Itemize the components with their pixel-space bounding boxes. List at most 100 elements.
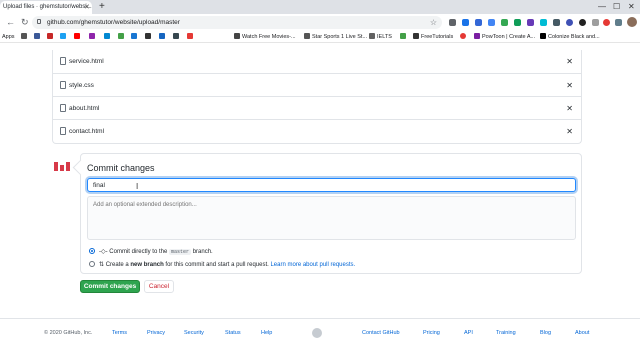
commit-description-textarea[interactable] <box>87 196 576 240</box>
bookmark-label: Star Sports 1 Live St... <box>312 34 368 40</box>
extension-icon[interactable] <box>592 19 599 26</box>
file-name: style.css <box>69 82 94 89</box>
commit-direct-option[interactable]: -◇- Commit directly to the master branch… <box>89 247 213 257</box>
bookmark-label: FreeTutorials <box>421 34 454 40</box>
branch-name: master <box>169 249 192 255</box>
close-window-icon[interactable]: ✕ <box>628 0 635 14</box>
reload-icon[interactable]: ↻ <box>21 15 29 30</box>
extension-icon[interactable] <box>488 19 495 26</box>
profile-avatar[interactable] <box>627 17 637 27</box>
url-text: github.com/ghemstutor/website/upload/mas… <box>47 19 180 26</box>
bookmark-item[interactable] <box>173 31 181 43</box>
extension-icon[interactable] <box>475 19 482 26</box>
footer-link-about[interactable]: About <box>575 328 589 338</box>
option-text: branch. <box>192 249 213 255</box>
option-text: Create a <box>105 262 129 268</box>
option-text: for this commit and start a pull request… <box>165 262 269 268</box>
file-name: about.html <box>69 105 100 112</box>
bookmark-colonize[interactable]: Colonize Black and... <box>540 31 600 43</box>
bookmark-apps[interactable]: Apps <box>2 31 15 43</box>
address-bar[interactable]: github.com/ghemstutor/website/upload/mas… <box>32 16 442 29</box>
footer-link-pricing[interactable]: Pricing <box>423 328 440 338</box>
bookmark-label: Colonize Black and... <box>548 34 600 40</box>
bookmark-watch-free-movies[interactable]: Watch Free Movies-... <box>234 31 296 43</box>
extension-icon[interactable] <box>566 19 573 26</box>
remove-file-icon[interactable]: ✕ <box>566 74 573 97</box>
new-tab-icon[interactable]: + <box>99 0 105 14</box>
bookmark-item[interactable] <box>145 31 153 43</box>
bookmark-item[interactable] <box>34 31 42 43</box>
file-row: style.css ✕ <box>53 73 581 96</box>
bookmark-item[interactable] <box>89 31 97 43</box>
cancel-button[interactable]: Cancel <box>144 280 174 293</box>
browser-tab[interactable]: Upload files · ghemstutor/websi... ✕ <box>0 1 92 14</box>
radio-selected[interactable] <box>89 248 95 254</box>
bookmark-star-icon[interactable]: ☆ <box>430 16 437 29</box>
extension-icon[interactable] <box>615 19 622 26</box>
new-branch-option[interactable]: ⇅ Create a new branch for this commit an… <box>89 260 355 270</box>
bookmark-ielts[interactable]: IELTS <box>369 31 392 43</box>
github-logo-icon[interactable] <box>312 328 322 338</box>
extension-icon[interactable] <box>579 19 586 26</box>
bookmark-item[interactable] <box>104 31 112 43</box>
bookmark-item[interactable] <box>118 31 126 43</box>
bookmark-item[interactable] <box>60 31 68 43</box>
minimize-icon[interactable]: — <box>598 0 606 14</box>
lock-icon <box>37 19 41 24</box>
radio-unselected[interactable] <box>89 261 95 267</box>
footer-link-privacy[interactable]: Privacy <box>147 328 165 338</box>
footer-link-help[interactable]: Help <box>261 328 272 338</box>
footer-link-terms[interactable]: Terms <box>112 328 127 338</box>
extension-icon[interactable] <box>540 19 547 26</box>
site-footer: © 2020 GitHub, Inc. Terms Privacy Securi… <box>0 318 640 348</box>
learn-more-link[interactable]: Learn more about pull requests. <box>270 262 355 268</box>
footer-link-api[interactable]: API <box>464 328 473 338</box>
commit-summary-input[interactable] <box>87 178 576 192</box>
bookmark-item[interactable] <box>400 31 408 43</box>
copyright: © 2020 GitHub, Inc. <box>44 330 93 336</box>
bookmark-item[interactable] <box>47 31 55 43</box>
footer-link-blog[interactable]: Blog <box>540 328 551 338</box>
commit-changes-button[interactable]: Commit changes <box>80 280 140 293</box>
extension-icon[interactable] <box>462 19 469 26</box>
commit-form: Commit changes I -◇- Commit directly to … <box>80 153 582 274</box>
remove-file-icon[interactable]: ✕ <box>566 50 573 73</box>
bookmark-powtoon[interactable]: PowToon | Create A... <box>474 31 535 43</box>
back-icon[interactable]: ← <box>6 15 15 30</box>
footer-link-contact[interactable]: Contact GitHub <box>362 328 400 338</box>
bookmark-freetutorials[interactable]: FreeTutorials <box>413 31 453 43</box>
file-row: service.html ✕ <box>53 50 581 73</box>
tab-close-icon[interactable]: ✕ <box>84 1 90 14</box>
footer-link-status[interactable]: Status <box>225 328 241 338</box>
bookmark-label: Watch Free Movies-... <box>242 34 296 40</box>
file-icon <box>60 104 66 112</box>
option-text-bold: new branch <box>130 262 164 268</box>
file-name: contact.html <box>69 128 105 135</box>
user-avatar <box>52 155 72 175</box>
bookmark-item[interactable] <box>460 31 468 43</box>
option-text: Commit directly to the <box>109 249 168 255</box>
maximize-icon[interactable]: ☐ <box>613 0 620 14</box>
browser-toolbar: ← ↻ github.com/ghemstutor/website/upload… <box>0 14 640 31</box>
commit-title: Commit changes <box>87 163 155 173</box>
extension-icon[interactable] <box>603 19 610 26</box>
remove-file-icon[interactable]: ✕ <box>566 120 573 143</box>
extension-icon[interactable] <box>553 19 560 26</box>
bookmark-star-sports[interactable]: Star Sports 1 Live St... <box>304 31 367 43</box>
extension-icon[interactable] <box>527 19 534 26</box>
bookmark-item[interactable] <box>21 31 29 43</box>
commit-icon: -◇- <box>99 249 108 255</box>
extension-icon[interactable] <box>514 19 521 26</box>
bookmark-label: IELTS <box>377 34 392 40</box>
extension-icon[interactable] <box>449 19 456 26</box>
bookmark-item[interactable] <box>187 31 195 43</box>
bookmark-item[interactable] <box>131 31 139 43</box>
footer-link-security[interactable]: Security <box>184 328 204 338</box>
bookmark-item[interactable] <box>74 31 82 43</box>
footer-link-training[interactable]: Training <box>496 328 516 338</box>
bookmark-item[interactable] <box>159 31 167 43</box>
remove-file-icon[interactable]: ✕ <box>566 97 573 120</box>
file-row: contact.html ✕ <box>53 119 581 142</box>
tab-strip: Upload files · ghemstutor/websi... ✕ + —… <box>0 0 640 14</box>
extension-icon[interactable] <box>501 19 508 26</box>
